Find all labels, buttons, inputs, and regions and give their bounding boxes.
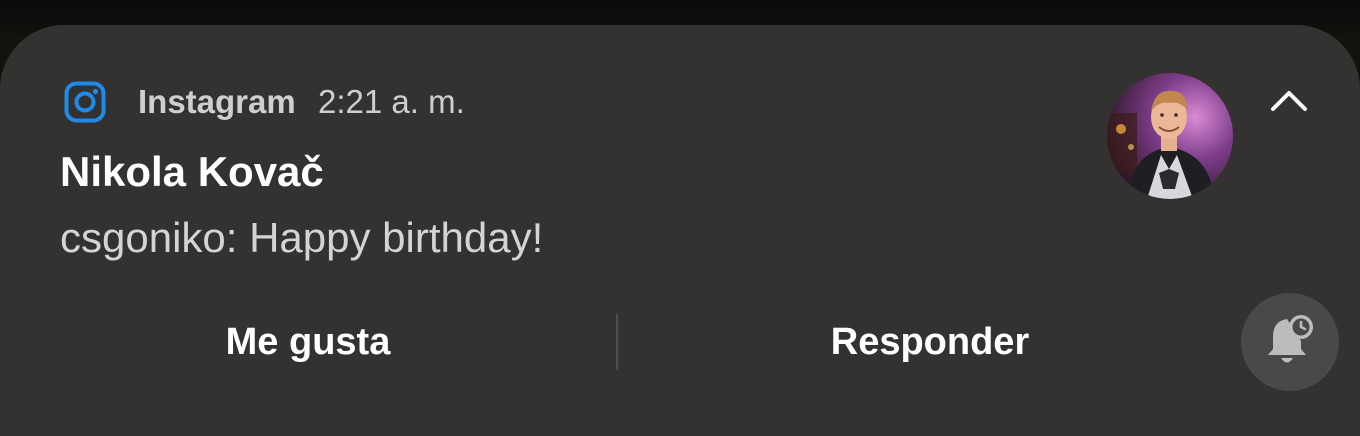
chevron-up-icon [1270,88,1308,117]
snooze-button[interactable] [1241,293,1339,391]
actions-divider [616,314,618,370]
bell-snooze-icon [1261,311,1319,374]
avatar [1107,73,1233,199]
collapse-button[interactable] [1262,79,1316,125]
reply-button[interactable]: Responder [680,315,1180,369]
sender-name: Nikola Kovač [60,148,324,195]
app-name: Instagram [138,83,296,120]
notification-card[interactable]: Instagram 2:21 a. m. Nikola Kovač csgoni… [0,25,1360,436]
message-text: csgoniko: Happy birthday! [60,214,544,261]
notification-timestamp: 2:21 a. m. [318,83,465,120]
instagram-icon [64,81,106,123]
like-button[interactable]: Me gusta [60,315,556,369]
